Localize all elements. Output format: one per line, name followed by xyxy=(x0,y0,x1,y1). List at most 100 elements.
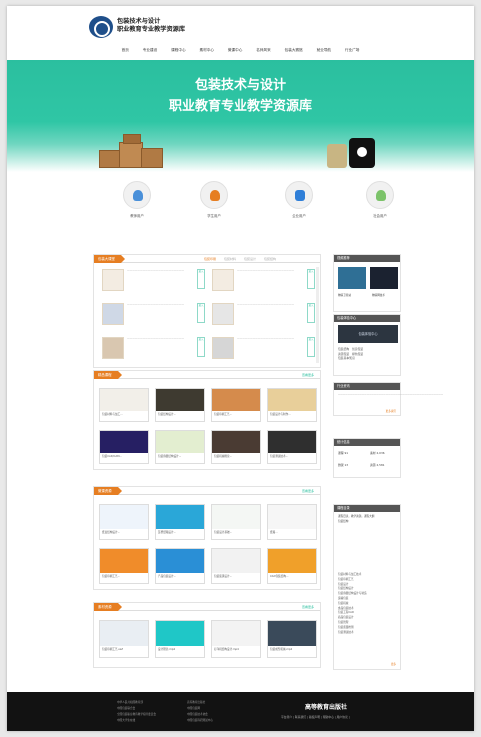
nav-micro[interactable]: 微课中心 xyxy=(228,48,242,58)
site-footer: 中华人民共和国教育部 中国包装联合会 全国包装职业教育教学指导委员会 中国大学生… xyxy=(7,692,474,731)
cardboard-boxes-illustration xyxy=(99,134,169,170)
stat-item: 素材 2,036 xyxy=(370,451,385,455)
tab-material[interactable]: 包装材料 xyxy=(224,255,236,263)
role-label: 教师用户 xyxy=(130,214,144,218)
nav-jobs[interactable]: 就业导航 xyxy=(317,48,331,58)
site-header: 包装技术与设计 职业教育专业教学资源库 xyxy=(7,6,474,46)
course-list-title: 课程目录 xyxy=(334,505,400,512)
nav-contest[interactable]: 包装大赛馆 xyxy=(285,48,303,58)
logo-icon[interactable] xyxy=(89,16,113,38)
micro-thumb[interactable]: 包装设计基础... xyxy=(211,504,261,540)
course-item[interactable]: —————————————————————— 进入 xyxy=(212,301,315,327)
course-thumb[interactable]: 包装机械概论... xyxy=(211,430,261,464)
center-link[interactable]: 包装结构 xyxy=(338,347,349,351)
micro-courses-title: 微课资源 xyxy=(94,487,122,495)
stat-item: 微课 13 xyxy=(338,463,349,467)
nav-teachers[interactable]: 名师风采 xyxy=(256,48,270,58)
course-thumb[interactable]: 包装结构设计... xyxy=(155,388,205,422)
role-enterprise[interactable]: 企业用户 xyxy=(279,181,319,218)
video-recommend-panel: 视频推荐 物联卫星站 物联网技术 xyxy=(333,254,401,312)
news-more[interactable]: 更多资讯 xyxy=(386,409,396,413)
stat-item: 资源 2,581 xyxy=(370,463,385,467)
nav-courses[interactable]: 课程中心 xyxy=(171,48,185,58)
user-roles: 教师用户 学生用户 企业用户 社会用户 xyxy=(7,181,474,221)
materials-more[interactable]: 查看更多 xyxy=(302,603,314,611)
footer-links[interactable]: 平台简介 | 联系我们 | 版权声明 | 帮助中心 | 用户协议 | xyxy=(281,715,350,719)
video-thumb[interactable] xyxy=(370,267,398,289)
course-thumb[interactable]: 包装测试技术... xyxy=(267,430,317,464)
material-thumb[interactable]: 包装印刷工艺.swf xyxy=(99,620,149,658)
stats-title: 统计信息 xyxy=(334,439,400,446)
course-item[interactable]: —————————————————————— 进入 xyxy=(102,267,205,293)
video-caption[interactable]: 物联卫星站 xyxy=(338,293,351,297)
course-thumb[interactable]: 包装CAD/CAM... xyxy=(99,430,149,464)
footer-link[interactable]: 中国大学生在线 xyxy=(117,718,156,724)
micro-thumb[interactable]: 包装印刷工艺... xyxy=(99,548,149,584)
role-public[interactable]: 社会用户 xyxy=(360,181,400,218)
video-recommend-title: 视频推荐 xyxy=(334,255,400,262)
experience-center-banner[interactable]: 包装体验中心 xyxy=(338,325,398,343)
news-panel: 行业资讯 ———————————————————————————————————… xyxy=(333,382,443,416)
logo-line-1: 包装技术与设计 xyxy=(117,18,161,25)
tab-printing[interactable]: 包装印刷 xyxy=(204,255,216,263)
course-list-panel: 课程目录 课程目录，教学资源，课程大纲 包装结构 包装材料与加工技术 包装印刷工… xyxy=(333,504,401,670)
center-link[interactable]: 创意包装 xyxy=(352,347,363,351)
stats-panel: 统计信息 课程 91 素材 2,036 微课 13 资源 2,581 xyxy=(333,438,401,478)
micro-thumb[interactable]: 瓦楞纸箱设计... xyxy=(155,504,205,540)
material-thumb[interactable]: 包装成型机械.mp4 xyxy=(267,620,317,658)
course-list-sub: 包装结构 xyxy=(338,520,349,523)
site-logo-text[interactable]: 包装技术与设计 职业教育专业教学资源库 xyxy=(117,18,185,34)
nav-industry[interactable]: 行业广场 xyxy=(345,48,359,58)
micro-thumb[interactable]: 纸箱... xyxy=(267,504,317,540)
materials-title: 素材资源 xyxy=(94,603,122,611)
tab-design[interactable]: 包装设计 xyxy=(244,255,256,263)
news-title: 行业资讯 xyxy=(334,383,400,390)
course-thumb[interactable]: 包装容器结构设计... xyxy=(155,430,205,464)
course-panel-title: 包装大课堂 xyxy=(94,255,125,263)
speaker-package-illustration xyxy=(327,138,383,170)
nav-major[interactable]: 专业建设 xyxy=(143,48,157,58)
role-student[interactable]: 学生用户 xyxy=(194,181,234,218)
main-nav: 首页 专业建设 课程中心 素材中心 微课中心 名师风采 包装大赛馆 就业导航 行… xyxy=(7,48,474,58)
micro-thumb[interactable]: 纸盒结构设计... xyxy=(99,504,149,540)
course-list-item[interactable]: 包装测试技术 xyxy=(338,631,398,636)
course-item[interactable]: —————————————————————— 进入 xyxy=(212,335,315,361)
center-link[interactable]: 资源包装 xyxy=(338,352,349,356)
center-link[interactable]: 包装基本知识 xyxy=(338,356,355,360)
material-thumb[interactable]: 打印机结构设计.mp4 xyxy=(211,620,261,658)
course-thumb[interactable]: 包装设计与制作... xyxy=(267,388,317,422)
role-label: 企业用户 xyxy=(292,214,306,218)
course-item[interactable]: —————————————————————— 进入 xyxy=(102,301,205,327)
student-user-icon xyxy=(210,190,220,201)
micro-thumb[interactable]: CAD包装结构... xyxy=(267,548,317,584)
panel-scrollbar[interactable] xyxy=(316,267,319,363)
footer-link[interactable]: 中国包装科研测试中心 xyxy=(187,718,213,724)
banner-title-2: 职业教育专业教学资源库 xyxy=(168,99,312,114)
nav-materials[interactable]: 素材中心 xyxy=(200,48,214,58)
featured-courses-title: 精品课程 xyxy=(94,371,122,379)
footer-brand-logo: 高等教育出版社 xyxy=(305,704,348,711)
video-caption[interactable]: 物联网技术 xyxy=(372,293,385,297)
video-thumb[interactable] xyxy=(338,267,366,289)
enterprise-user-icon xyxy=(295,190,305,201)
course-panel: 包装大课堂 包装印刷 包装材料 包装设计 包装结构 ——————————————… xyxy=(93,254,321,368)
nav-home[interactable]: 首页 xyxy=(122,48,129,58)
course-list-more[interactable]: 更多 xyxy=(391,662,396,666)
course-item[interactable]: —————————————————————— 进入 xyxy=(212,267,315,293)
featured-courses-more[interactable]: 查看更多 xyxy=(302,371,314,379)
role-label: 社会用户 xyxy=(373,214,387,218)
role-teacher[interactable]: 教师用户 xyxy=(117,181,157,218)
course-item[interactable]: —————————————————————— 进入 xyxy=(102,335,205,361)
material-thumb[interactable]: 设计理念.mp4 xyxy=(155,620,205,658)
course-thumb[interactable]: 包装材料与加工... xyxy=(99,388,149,422)
tab-structure[interactable]: 包装结构 xyxy=(264,255,276,263)
center-link[interactable]: 绿色包装 xyxy=(352,352,363,356)
micro-thumb[interactable]: 包装装潢设计... xyxy=(211,548,261,584)
banner-title-1: 包装技术与设计 xyxy=(194,78,286,93)
micro-thumb[interactable]: 产品包装设计... xyxy=(155,548,205,584)
course-thumb[interactable]: 包装印刷工艺... xyxy=(211,388,261,422)
logo-line-2: 职业教育专业教学资源库 xyxy=(117,26,186,33)
teacher-user-icon xyxy=(133,190,143,201)
micro-courses-more[interactable]: 查看更多 xyxy=(302,487,314,495)
page: 包装技术与设计 职业教育专业教学资源库 首页 专业建设 课程中心 素材中心 微课… xyxy=(7,6,474,731)
